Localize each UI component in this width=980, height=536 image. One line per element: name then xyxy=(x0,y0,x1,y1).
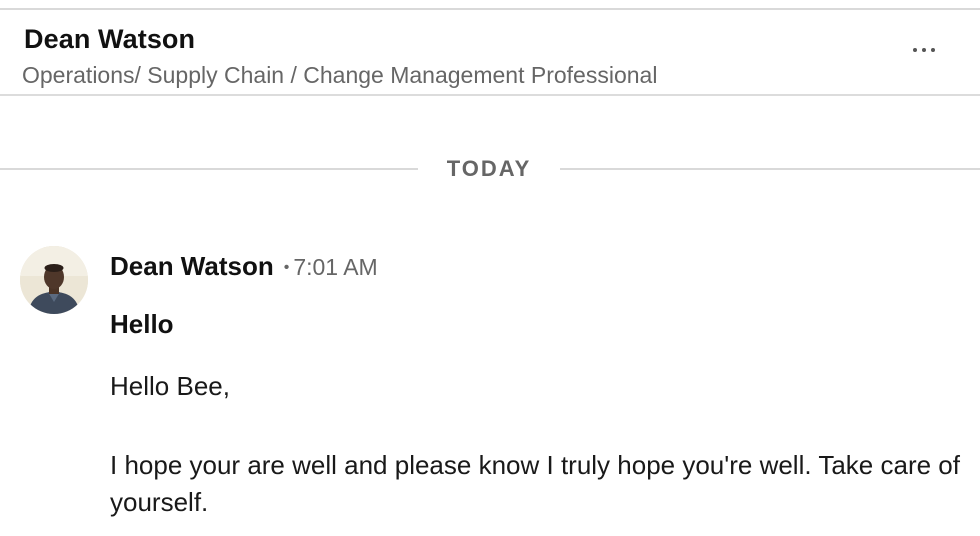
message-subject: Hello xyxy=(110,309,174,339)
more-horizontal-icon xyxy=(913,48,917,52)
sender-avatar[interactable] xyxy=(20,246,88,314)
message-body: I hope your are well and please know I t… xyxy=(110,450,960,517)
more-options-button[interactable] xyxy=(906,38,942,62)
message-timestamp: 7:01 AM xyxy=(293,254,378,280)
divider-line-left xyxy=(0,168,418,170)
more-dot xyxy=(922,48,926,52)
conversation-header: Dean Watson Operations/ Supply Chain / C… xyxy=(0,10,980,96)
contact-headline: Operations/ Supply Chain / Change Manage… xyxy=(22,62,658,88)
separator-dot: • xyxy=(283,259,290,276)
message-header: Dean Watson • 7:01 AM xyxy=(110,251,378,282)
divider-line-right xyxy=(560,168,980,170)
date-divider-label: TODAY xyxy=(446,156,532,181)
contact-name[interactable]: Dean Watson xyxy=(24,24,195,55)
message-sender-name[interactable]: Dean Watson xyxy=(110,251,274,281)
date-divider: TODAY xyxy=(0,152,980,186)
avatar-photo xyxy=(20,246,88,314)
message-greeting: Hello Bee, xyxy=(110,371,230,401)
more-dot xyxy=(931,48,935,52)
